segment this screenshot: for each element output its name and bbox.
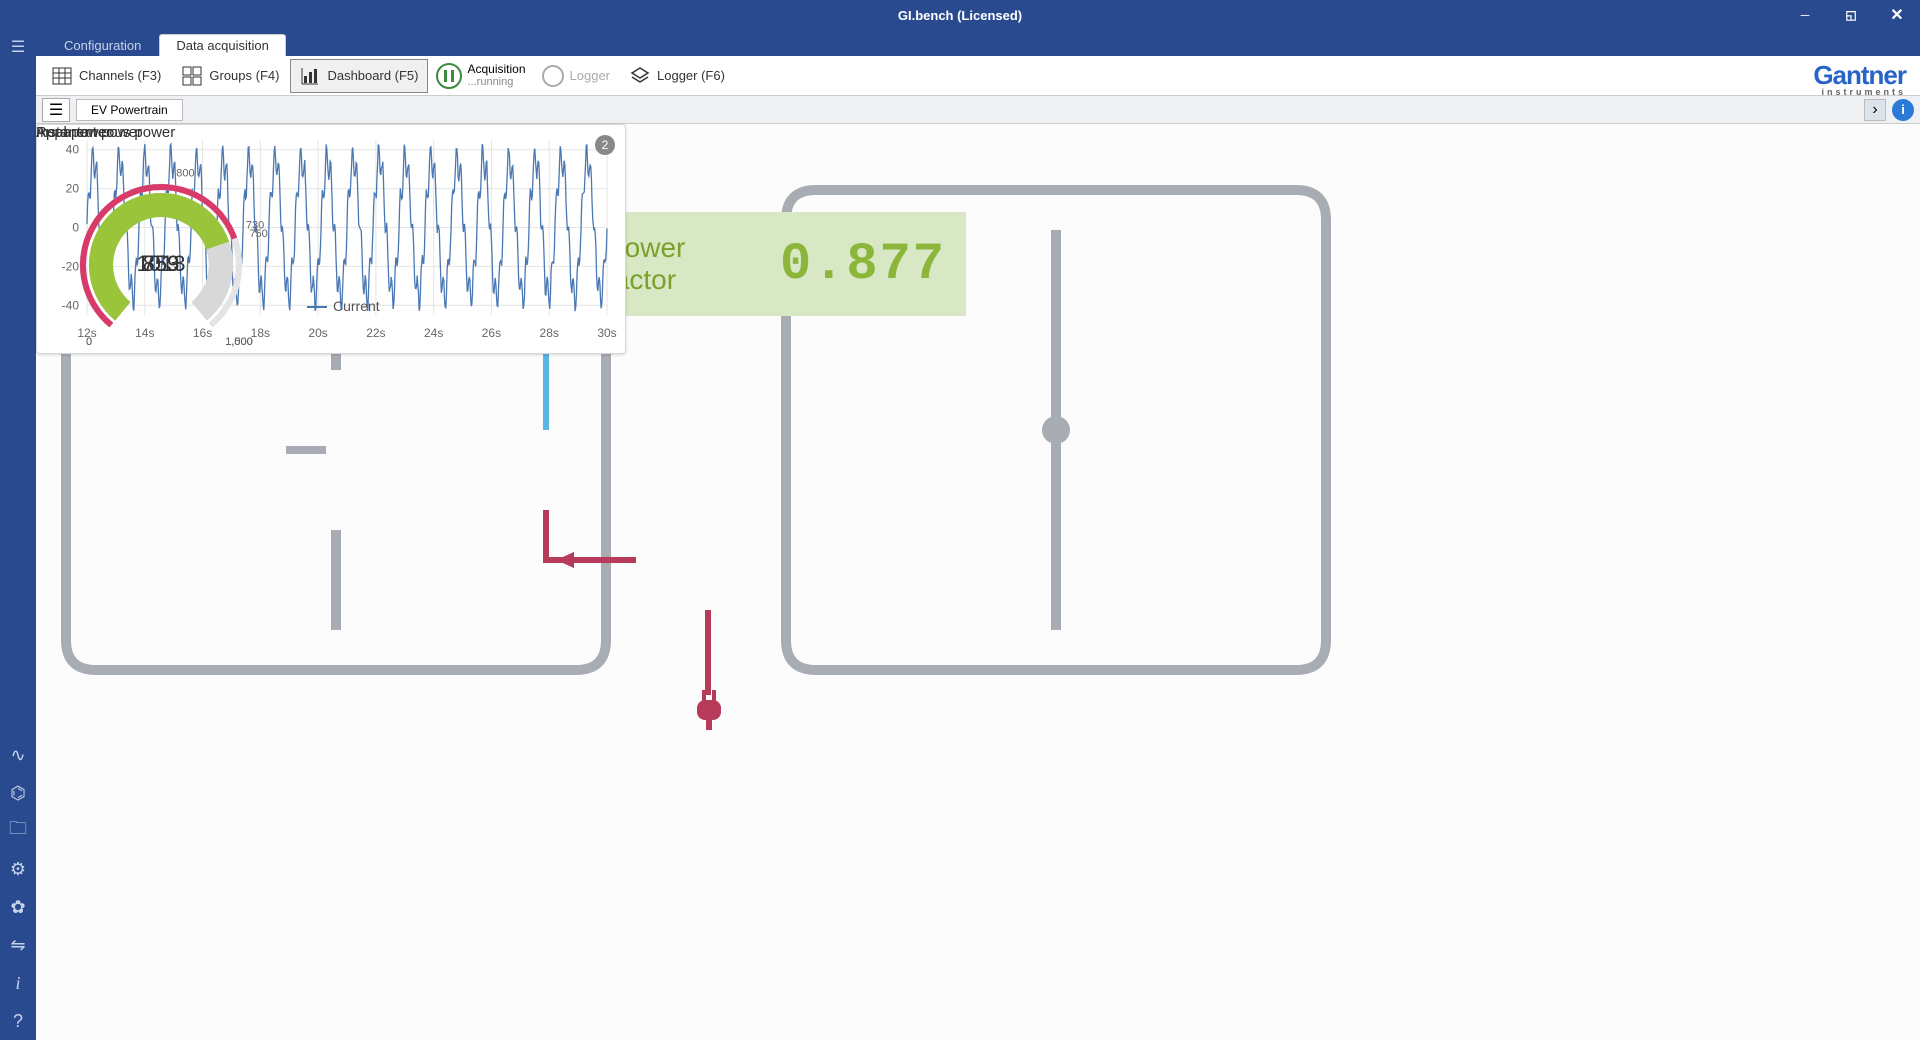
maximize-button[interactable]: ◱	[1828, 0, 1874, 30]
svg-text:30s: 30s	[597, 326, 616, 340]
dashboard-tab-ev-powertrain[interactable]: EV Powertrain	[76, 99, 183, 121]
next-tab-button[interactable]: ›	[1864, 99, 1886, 121]
current-chart-badge: 2	[595, 135, 615, 155]
dashboard-canvas: Power factor 0.877 Motor drive Electric …	[36, 124, 1920, 1040]
acquisition-control: Acquisition ...running	[436, 63, 526, 89]
close-button[interactable]: ✕	[1874, 0, 1920, 30]
titlebar: GI.bench (Licensed) ─ ◱ ✕	[0, 0, 1920, 30]
info-icon[interactable]: i	[0, 964, 36, 1002]
dashboard-tabs-bar: ☰ EV Powertrain › i	[36, 96, 1920, 124]
tab-data-acquisition[interactable]: Data acquisition	[159, 34, 286, 56]
svg-text:753: 753	[143, 251, 180, 276]
network-icon[interactable]: ⌬	[0, 774, 36, 812]
main-tabs: Configuration Data acquisition	[36, 30, 1920, 56]
channels-button[interactable]: Channels (F3)	[42, 59, 170, 93]
chart-icon	[299, 65, 321, 87]
layers-icon	[629, 65, 651, 87]
power-factor-value: 0.877	[780, 235, 946, 294]
gauge-label: Real power	[36, 124, 456, 141]
help-icon[interactable]: ?	[0, 1002, 36, 1040]
dashboard-menu-button[interactable]: ☰	[42, 98, 70, 122]
left-rail: ☰ ∿ ⌬ 🗀 ⚙ ✿ ⇋ i ?	[0, 30, 36, 1040]
brand-logo: Gantnerinstruments	[1813, 60, 1906, 97]
power-factor-label: Power factor	[606, 232, 760, 296]
tab-configuration[interactable]: Configuration	[48, 34, 157, 56]
waveform-icon[interactable]: ∿	[0, 736, 36, 774]
svg-text:1,000: 1,000	[225, 336, 253, 348]
acquisition-status: ...running	[468, 76, 526, 88]
plug-icon	[689, 690, 729, 730]
svg-text:28s: 28s	[540, 326, 559, 340]
share-icon[interactable]: ⇋	[0, 926, 36, 964]
logger-control: Logger	[526, 65, 610, 87]
svg-text:750: 750	[249, 228, 267, 240]
logger-config-button[interactable]: Logger (F6)	[620, 59, 734, 93]
acquisition-pause-button[interactable]	[436, 63, 462, 89]
toolbar: Channels (F3) Groups (F4) Dashboard (F5)…	[36, 56, 1920, 96]
dashboard-button[interactable]: Dashboard (F5)	[290, 59, 427, 93]
minimize-button[interactable]: ─	[1782, 0, 1828, 30]
svg-text:0: 0	[86, 336, 92, 348]
folder-icon[interactable]: 🗀	[0, 812, 36, 850]
table-icon	[51, 65, 73, 87]
gauge-real-power: Real power 753 0 1,000 750	[36, 124, 456, 360]
info-badge-button[interactable]: i	[1892, 99, 1914, 121]
logger-record-button[interactable]	[542, 65, 564, 87]
acquisition-label: Acquisition	[468, 63, 526, 76]
logger-label: Logger	[570, 68, 610, 83]
groups-icon	[181, 65, 203, 87]
window-title: GI.bench (Licensed)	[898, 8, 1022, 23]
svg-text:26s: 26s	[482, 326, 501, 340]
menu-icon[interactable]: ☰	[0, 30, 36, 64]
preferences-gear-icon[interactable]: ✿	[0, 888, 36, 926]
settings-gear-icon[interactable]: ⚙	[0, 850, 36, 888]
groups-button[interactable]: Groups (F4)	[172, 59, 288, 93]
power-factor-display: Power factor 0.877	[586, 212, 966, 316]
